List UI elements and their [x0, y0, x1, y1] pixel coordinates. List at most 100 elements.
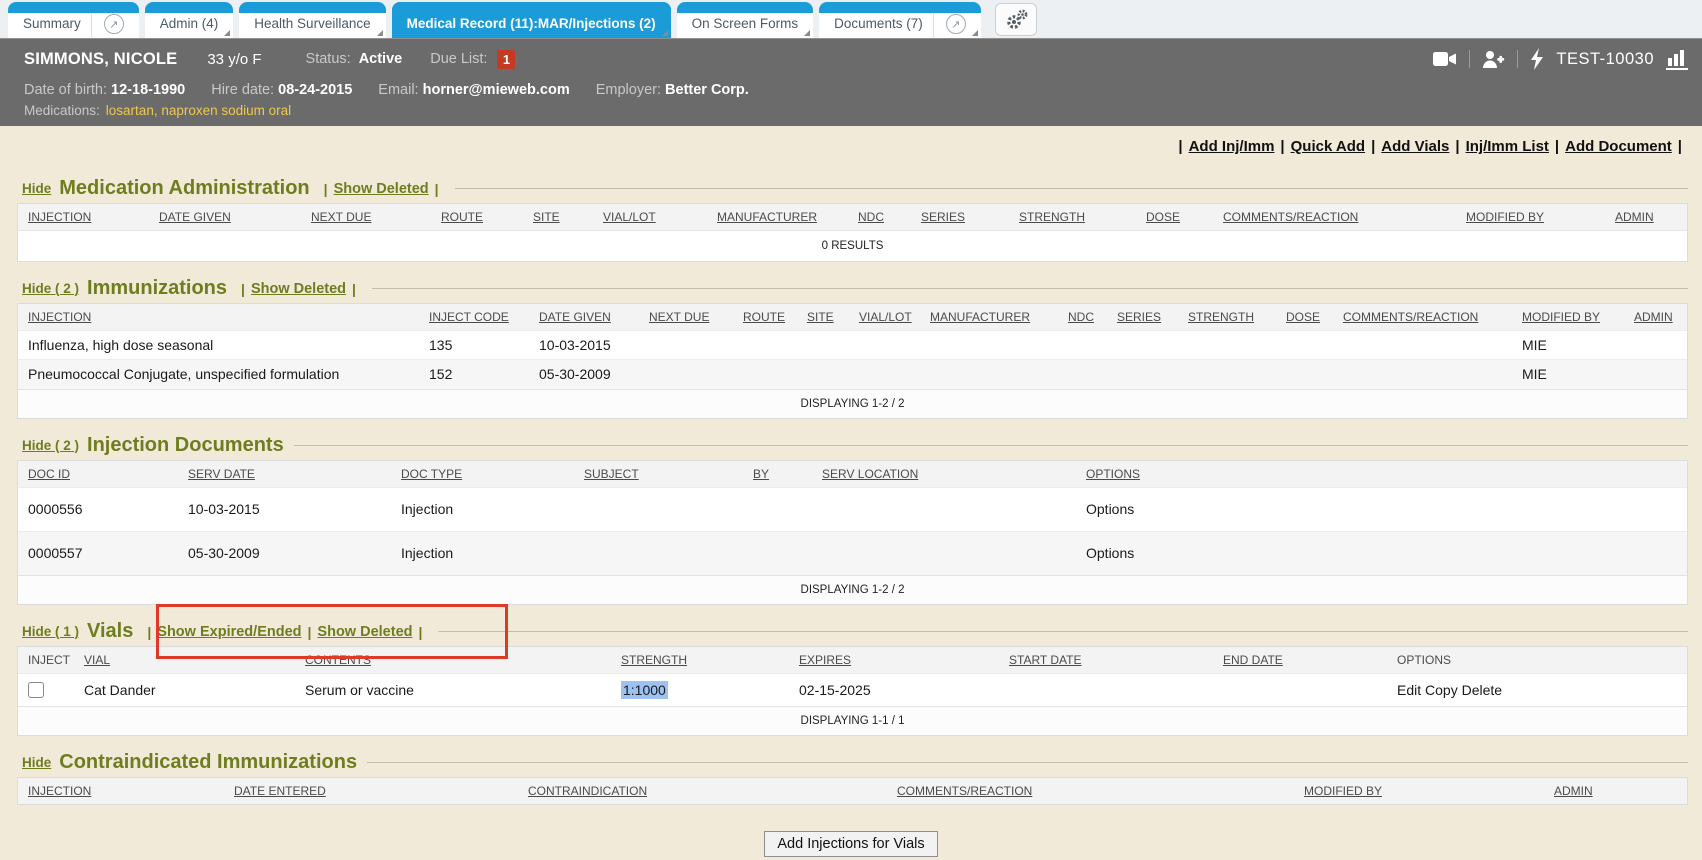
tab-admin-4[interactable]: Admin (4) [145, 2, 234, 38]
medications-list-link[interactable]: losartan, naproxen sodium oral [106, 103, 291, 118]
hide-toggle-link[interactable]: Hide [22, 181, 51, 196]
row-action-links[interactable]: Edit Copy Delete [1387, 674, 1687, 706]
cell [999, 674, 1213, 706]
column-header-date-given[interactable]: DATE GIVEN [149, 204, 301, 230]
show-deleted-link[interactable]: Show Deleted [251, 281, 346, 297]
open-in-new-icon[interactable]: ↗ [104, 14, 124, 34]
add-document-link[interactable]: Add Document [1565, 138, 1672, 155]
column-header-expires[interactable]: EXPIRES [789, 647, 999, 674]
column-header-serv-date[interactable]: SERV DATE [178, 461, 391, 488]
column-header-comments-reaction[interactable]: COMMENTS/REACTION [1213, 204, 1456, 230]
column-header-end-date[interactable]: END DATE [1213, 647, 1387, 674]
add-injections-for-vials-button[interactable]: Add Injections for Vials [764, 831, 937, 857]
show-deleted-link[interactable]: Show Deleted [334, 181, 429, 197]
column-header-by[interactable]: BY [743, 461, 812, 488]
hide-toggle-link[interactable]: Hide ( 2 ) [22, 438, 79, 453]
column-header-options[interactable]: OPTIONS [1387, 647, 1687, 674]
column-header-modified-by[interactable]: MODIFIED BY [1512, 304, 1624, 331]
column-header-injection[interactable]: INJECTION [18, 304, 419, 331]
tab-on-screen-forms[interactable]: On Screen Forms [677, 2, 814, 38]
column-header-vial-lot[interactable]: VIAL/LOT [593, 204, 707, 230]
column-header-strength[interactable]: STRENGTH [611, 647, 789, 674]
lightning-icon[interactable] [1530, 48, 1544, 70]
due-list-count-badge[interactable]: 1 [497, 50, 515, 69]
column-header-date-given[interactable]: DATE GIVEN [529, 304, 639, 331]
column-header-label: ADMIN [1634, 310, 1673, 324]
column-header-strength[interactable]: STRENGTH [1178, 304, 1276, 331]
row-action-links[interactable]: Options [1076, 487, 1687, 531]
status-label: Status: [306, 51, 351, 67]
add-inj-imm-link[interactable]: Add Inj/Imm [1189, 138, 1275, 155]
tab-health-surveillance[interactable]: Health Surveillance [239, 2, 385, 38]
cell [1178, 360, 1276, 389]
column-header-doc-id[interactable]: DOC ID [18, 461, 178, 488]
tab-label: Health Surveillance [254, 16, 370, 35]
tab-list: Summary↗Admin (4) Health Surveillance Medi… [8, 0, 981, 38]
column-header-inject[interactable]: INJECT [18, 647, 74, 674]
hide-toggle-link[interactable]: Hide [22, 755, 51, 770]
column-header-label: VIAL/LOT [859, 310, 912, 324]
column-header-doc-type[interactable]: DOC TYPE [391, 461, 574, 488]
column-header-route[interactable]: ROUTE [431, 204, 523, 230]
column-header-series[interactable]: SERIES [911, 204, 1009, 230]
column-header-label: MANUFACTURER [930, 310, 1030, 324]
column-header-manufacturer[interactable]: MANUFACTURER [920, 304, 1058, 331]
column-header-next-due[interactable]: NEXT DUE [301, 204, 431, 230]
column-header-options[interactable]: OPTIONS [1076, 461, 1687, 488]
column-header-route[interactable]: ROUTE [733, 304, 797, 331]
column-header-ndc[interactable]: NDC [1058, 304, 1107, 331]
add-vials-link[interactable]: Add Vials [1381, 138, 1449, 155]
column-header-admin[interactable]: ADMIN [1605, 204, 1687, 230]
column-header-contraindication[interactable]: CONTRAINDICATION [518, 778, 887, 804]
section-vials: Hide ( 1 )Vials|Show Expired/Ended|Show … [0, 620, 1702, 736]
column-header-start-date[interactable]: START DATE [999, 647, 1213, 674]
column-header-strength[interactable]: STRENGTH [1009, 204, 1136, 230]
add-person-icon[interactable] [1482, 49, 1505, 69]
tab-medical-record-11-mar-injections-2[interactable]: Medical Record (11):MAR/Injections (2) [392, 2, 671, 38]
column-header-contents[interactable]: CONTENTS [295, 647, 611, 674]
column-header-dose[interactable]: DOSE [1136, 204, 1213, 230]
show-expired-ended-link[interactable]: Show Expired/Ended [157, 624, 301, 640]
column-header-label: EXPIRES [799, 653, 851, 667]
cell [920, 360, 1058, 389]
column-header-ndc[interactable]: NDC [848, 204, 911, 230]
column-header-vial-lot[interactable]: VIAL/LOT [849, 304, 920, 331]
inj-imm-list-link[interactable]: Inj/Imm List [1466, 138, 1549, 155]
column-header-site[interactable]: SITE [523, 204, 593, 230]
column-header-manufacturer[interactable]: MANUFACTURER [707, 204, 848, 230]
video-camera-icon[interactable] [1433, 50, 1457, 68]
row-select-checkbox[interactable] [28, 682, 44, 698]
column-header-modified-by[interactable]: MODIFIED BY [1294, 778, 1544, 804]
column-header-serv-location[interactable]: SERV LOCATION [812, 461, 1076, 488]
column-header-date-entered[interactable]: DATE ENTERED [224, 778, 518, 804]
column-header-dose[interactable]: DOSE [1276, 304, 1333, 331]
cell [1276, 360, 1333, 389]
column-header-subject[interactable]: SUBJECT [574, 461, 743, 488]
column-header-label: STRENGTH [1188, 310, 1254, 324]
hide-toggle-link[interactable]: Hide ( 1 ) [22, 624, 79, 639]
column-header-inject-code[interactable]: INJECT CODE [419, 304, 529, 331]
show-deleted-link[interactable]: Show Deleted [317, 624, 412, 640]
column-header-label: INJECT CODE [429, 310, 509, 324]
column-header-comments-reaction[interactable]: COMMENTS/REACTION [1333, 304, 1512, 331]
tab-documents-7[interactable]: Documents (7)↗ [819, 2, 981, 38]
tab-summary[interactable]: Summary↗ [8, 2, 139, 38]
column-header-modified-by[interactable]: MODIFIED BY [1456, 204, 1605, 230]
column-header-comments-reaction[interactable]: COMMENTS/REACTION [887, 778, 1294, 804]
column-header-label: INJECTION [28, 310, 91, 324]
hide-toggle-link[interactable]: Hide ( 2 ) [22, 281, 79, 296]
bar-chart-icon[interactable] [1666, 49, 1688, 70]
column-header-injection[interactable]: INJECTION [18, 204, 149, 230]
column-header-next-due[interactable]: NEXT DUE [639, 304, 733, 331]
patient-detail: Employer: Better Corp. [596, 82, 749, 98]
column-header-admin[interactable]: ADMIN [1624, 304, 1687, 331]
quick-add-link[interactable]: Quick Add [1291, 138, 1365, 155]
column-header-series[interactable]: SERIES [1107, 304, 1178, 331]
column-header-admin[interactable]: ADMIN [1544, 778, 1687, 804]
row-action-links[interactable]: Options [1076, 531, 1687, 575]
column-header-vial[interactable]: VIAL [74, 647, 295, 674]
settings-button[interactable] [995, 3, 1037, 36]
open-in-new-icon[interactable]: ↗ [946, 14, 966, 34]
column-header-injection[interactable]: INJECTION [18, 778, 224, 804]
column-header-site[interactable]: SITE [797, 304, 849, 331]
